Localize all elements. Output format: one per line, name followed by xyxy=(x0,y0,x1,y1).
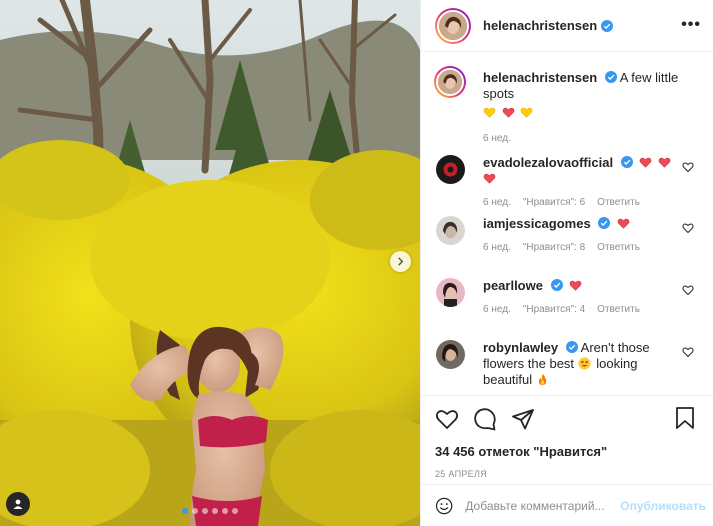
comment-input[interactable] xyxy=(465,498,621,513)
forsythia-photo xyxy=(0,0,420,526)
fire-emoji-icon xyxy=(538,373,546,386)
instagram-post: helenachristensen ••• helenachristensen … xyxy=(0,0,713,526)
comment-username[interactable]: evadolezalovaofficial xyxy=(483,155,613,170)
commenter-avatar[interactable] xyxy=(436,340,465,369)
red-heart-icon xyxy=(639,157,652,168)
carousel-dot xyxy=(222,508,228,514)
reply-button[interactable]: Ответить xyxy=(597,197,640,208)
commenter-avatar-image xyxy=(436,155,465,184)
reply-button[interactable]: Ответить xyxy=(597,242,640,253)
yellow-heart-icon xyxy=(520,107,533,118)
comments-list: helenachristensen A few little spots 6 н… xyxy=(421,66,713,387)
verified-badge-icon xyxy=(550,279,563,291)
comment-likes[interactable]: "Нравится": 8 xyxy=(523,242,585,253)
post-photo[interactable] xyxy=(0,0,420,526)
post-actions-section: 34 456 отметок "Нравится" 25 АПРЕЛЯ xyxy=(421,395,713,479)
comment: evadolezalovaofficial 6 нед. "Нравится":… xyxy=(421,155,713,208)
red-heart-icon xyxy=(502,107,514,118)
commenter-avatar-image xyxy=(436,278,465,307)
comment-text-block: robynlawley Aren't those flowers the bes… xyxy=(483,340,680,388)
comment-like-heart-icon[interactable] xyxy=(682,346,694,358)
more-options-button[interactable]: ••• xyxy=(681,16,701,34)
comment-meta: 6 нед. "Нравится": 4 Ответить xyxy=(483,304,680,315)
commenter-avatar[interactable] xyxy=(436,155,465,184)
carousel-dot xyxy=(212,508,218,514)
verified-badge-icon xyxy=(565,341,578,353)
verified-badge-icon xyxy=(601,19,614,32)
ellipsis-icon: ••• xyxy=(681,16,701,33)
comment-time[interactable]: 6 нед. xyxy=(483,197,511,208)
like-heart-icon[interactable] xyxy=(435,407,459,431)
commenter-avatar[interactable] xyxy=(436,278,465,307)
comment-likes[interactable]: "Нравится": 6 xyxy=(523,197,585,208)
post-side-panel: helenachristensen ••• helenachristensen … xyxy=(420,0,713,526)
red-heart-icon xyxy=(617,218,630,229)
caption-username[interactable]: helenachristensen xyxy=(483,70,597,85)
author-avatar-image xyxy=(439,11,467,40)
verified-badge-icon xyxy=(604,71,617,83)
comment-time[interactable]: 6 нед. xyxy=(483,242,511,253)
reply-button[interactable]: Ответить xyxy=(597,304,640,315)
comment-username[interactable]: iamjessicagomes xyxy=(483,216,591,231)
comment-likes[interactable]: "Нравится": 4 xyxy=(523,304,585,315)
comment: robynlawley Aren't those flowers the bes… xyxy=(421,340,713,388)
caption: helenachristensen A few little spots 6 н… xyxy=(421,66,713,144)
next-slide-button[interactable] xyxy=(390,251,411,272)
comment-like-heart-icon[interactable] xyxy=(682,222,694,234)
comment-username[interactable]: robynlawley xyxy=(483,340,558,355)
bookmark-save-icon[interactable] xyxy=(674,406,696,430)
comment-time[interactable]: 6 нед. xyxy=(483,304,511,315)
carousel-dot xyxy=(232,508,238,514)
post-date[interactable]: 25 АПРЕЛЯ xyxy=(435,469,700,479)
comment-text-block: evadolezalovaofficial xyxy=(483,155,680,187)
commenter-avatar-image xyxy=(436,340,465,369)
yellow-heart-icon xyxy=(483,107,496,118)
action-buttons xyxy=(435,406,700,432)
carousel-dot xyxy=(192,508,198,514)
publish-button[interactable]: Опубликовать xyxy=(620,499,706,513)
post-header: helenachristensen ••• xyxy=(421,0,713,52)
commenter-avatar-image xyxy=(436,216,465,245)
red-heart-icon xyxy=(483,173,496,184)
emoji-smiley-icon[interactable] xyxy=(435,495,453,517)
comment-like-heart-icon[interactable] xyxy=(682,161,694,173)
share-paper-plane-icon[interactable] xyxy=(511,407,535,431)
red-heart-icon xyxy=(569,280,582,291)
carousel-dot xyxy=(182,508,188,514)
verified-badge-icon xyxy=(620,156,633,168)
verified-badge-icon xyxy=(598,217,611,229)
caption-text-block: helenachristensen A few little spots xyxy=(483,70,680,121)
author-username[interactable]: helenachristensen xyxy=(483,18,597,33)
comment-text-block: iamjessicagomes xyxy=(483,216,680,232)
caption-meta: 6 нед. xyxy=(483,133,680,144)
commenter-avatar[interactable] xyxy=(436,216,465,245)
comment-meta: 6 нед. "Нравится": 6 Ответить xyxy=(483,197,680,208)
chevron-right-icon xyxy=(398,257,404,266)
comment-username[interactable]: pearllowe xyxy=(483,278,543,293)
carousel-indicator xyxy=(182,508,238,514)
add-comment-bar: Опубликовать xyxy=(421,484,713,526)
likes-count[interactable]: 34 456 отметок "Нравится" xyxy=(435,444,700,459)
comment-text-block: pearllowe xyxy=(483,278,680,294)
comment: pearllowe 6 нед. "Нравится": 4 Ответить xyxy=(421,278,713,315)
heart-eyes-emoji-icon xyxy=(578,357,591,370)
user-icon xyxy=(13,499,23,509)
caption-avatar[interactable] xyxy=(434,66,466,98)
author-avatar[interactable] xyxy=(435,7,471,44)
comment-meta: 6 нед. "Нравится": 8 Ответить xyxy=(483,242,680,253)
comment-like-heart-icon[interactable] xyxy=(682,284,694,296)
red-heart-icon xyxy=(658,157,671,168)
carousel-dot xyxy=(202,508,208,514)
tagged-users-button[interactable] xyxy=(6,492,30,516)
comment-bubble-icon[interactable] xyxy=(473,407,497,431)
comment: iamjessicagomes 6 нед. "Нравится": 8 Отв… xyxy=(421,216,713,253)
caption-avatar-image xyxy=(436,68,464,96)
caption-time[interactable]: 6 нед. xyxy=(483,133,511,144)
